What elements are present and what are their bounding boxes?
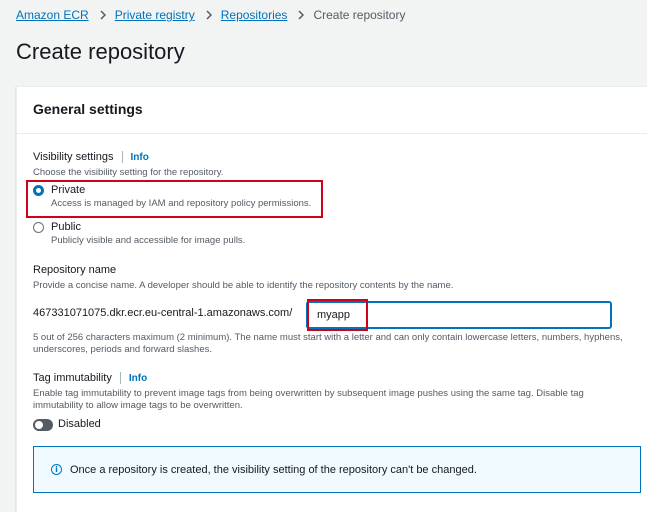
repository-uri-prefix: 467331071075.dkr.ecr.eu-central-1.amazon…	[33, 307, 293, 319]
tag-immutability-label: Tag immutability	[33, 372, 112, 384]
breadcrumb: Amazon ECR Private registry Repositories…	[16, 7, 405, 23]
repository-name-constraint: 5 out of 256 characters maximum (2 minim…	[33, 332, 623, 355]
chevron-right-icon	[206, 10, 212, 20]
page-title: Create repository	[16, 39, 185, 64]
radio-public-button[interactable]	[33, 222, 44, 233]
breadcrumb-repositories[interactable]: Repositories	[221, 8, 288, 22]
breadcrumb-current: Create repository	[313, 8, 406, 22]
repository-name-label-row: Repository name	[33, 264, 116, 276]
tag-immutability-toggle[interactable]	[33, 419, 53, 431]
radio-public-description: Publicly visible and accessible for imag…	[51, 235, 246, 246]
visibility-label: Visibility settings	[33, 151, 114, 163]
visibility-label-row: Visibility settings Info	[33, 151, 149, 163]
breadcrumb-amazon-ecr[interactable]: Amazon ECR	[16, 8, 89, 22]
visibility-description: Choose the visibility setting for the re…	[33, 167, 224, 178]
panel-title: General settings	[33, 101, 143, 117]
tag-immutability-label-row: Tag immutability Info	[33, 372, 147, 384]
tag-immutability-state: Disabled	[58, 418, 101, 430]
general-settings-panel: General settings Visibility settings Inf…	[16, 86, 647, 512]
repository-name-label: Repository name	[33, 264, 117, 276]
chevron-right-icon	[298, 10, 305, 20]
panel-header: General settings	[17, 87, 647, 134]
private-option-highlight	[26, 180, 323, 218]
page: Amazon ECR Private registry Repositories…	[0, 0, 647, 512]
repository-name-highlight	[307, 299, 368, 331]
radio-public[interactable]: Public Publicly visible and accessible f…	[33, 221, 245, 247]
breadcrumb-private-registry[interactable]: Private registry	[115, 8, 195, 22]
repository-name-description: Provide a concise name. A developer shou…	[33, 280, 454, 291]
info-icon: i	[51, 464, 62, 475]
tag-immutability-description: Enable tag immutability to prevent image…	[33, 388, 584, 411]
radio-public-label: Public	[51, 221, 81, 233]
tag-immutability-info-link[interactable]: Info	[119, 372, 147, 384]
alert-text: Once a repository is created, the visibi…	[70, 463, 477, 476]
visibility-info-link[interactable]: Info	[121, 151, 149, 163]
visibility-info-alert: i Once a repository is created, the visi…	[33, 446, 641, 493]
chevron-right-icon	[100, 10, 106, 20]
